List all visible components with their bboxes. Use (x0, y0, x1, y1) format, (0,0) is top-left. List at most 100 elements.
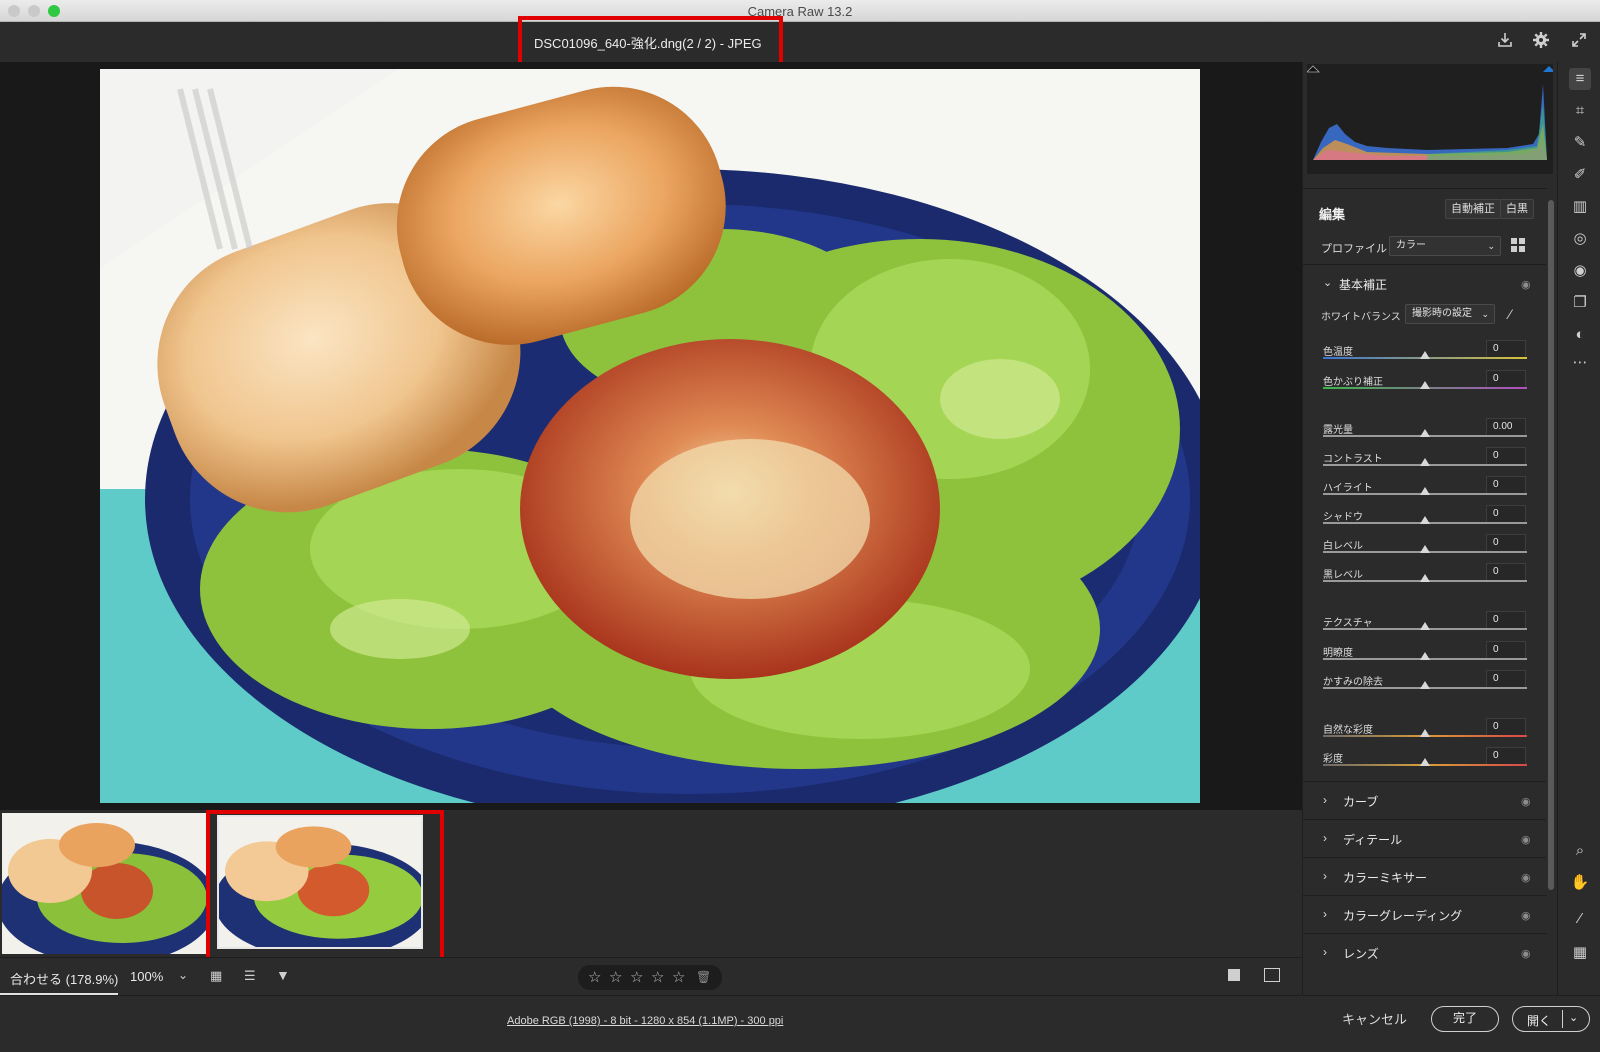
star-icon[interactable]: ☆ (630, 968, 643, 986)
hand-icon[interactable]: ✋ (1569, 872, 1591, 894)
chevron-down-icon: ⌄ (1481, 309, 1489, 319)
profile-value: カラー (1396, 240, 1426, 251)
eye-icon[interactable]: ◉ (1521, 909, 1535, 922)
slider-value-input[interactable]: 0 (1486, 370, 1526, 388)
slider-handle[interactable] (1420, 758, 1430, 766)
slider-handle[interactable] (1420, 381, 1430, 389)
slider-label: 彩度 (1323, 754, 1343, 765)
white-balance-label: ホワイトバランス (1321, 312, 1401, 323)
section-title: カーブ (1343, 795, 1379, 809)
sliders-icon[interactable]: ≡ (1569, 68, 1591, 90)
white-balance-select[interactable]: 撮影時の設定 ⌄ (1405, 304, 1495, 324)
eye-icon[interactable]: ◉ (1521, 871, 1535, 884)
sort-icon[interactable]: ☰ (244, 968, 256, 984)
color-sampler-icon[interactable]: ⁄ (1569, 908, 1591, 930)
crop-icon[interactable]: ⌗ (1569, 100, 1591, 122)
eyedropper-icon[interactable]: ⁄ (1509, 306, 1511, 322)
image-canvas[interactable] (0, 62, 1302, 810)
brush-icon[interactable]: ✐ (1569, 164, 1591, 186)
slider-handle[interactable] (1420, 351, 1430, 359)
open-button-label: 開く (1527, 1014, 1552, 1028)
snapshots-icon[interactable]: ❐ (1569, 292, 1591, 314)
filmstrip-options-icon[interactable]: ▦ (210, 968, 222, 984)
cancel-button[interactable]: キャンセル (1342, 1009, 1407, 1028)
chevron-right-icon: › (1323, 945, 1327, 959)
zoom-100-button[interactable]: 100% (130, 969, 163, 984)
slider-value-input[interactable]: 0 (1486, 340, 1526, 358)
slider-value-input[interactable]: 0 (1486, 505, 1526, 523)
section-header-collapsed[interactable]: › カラーグレーディング ◉ (1303, 895, 1547, 933)
workflow-options-link[interactable]: Adobe RGB (1998) - 8 bit - 1280 x 854 (1… (507, 1015, 783, 1027)
slider-value-input[interactable]: 0 (1486, 670, 1526, 688)
slider-handle[interactable] (1420, 729, 1430, 737)
chevron-down-icon[interactable]: ⌄ (1323, 276, 1332, 289)
section-header-collapsed[interactable]: › カラーミキサー ◉ (1303, 857, 1547, 895)
slider-handle[interactable] (1420, 622, 1430, 630)
histogram (1306, 64, 1555, 174)
highlight-box-thumbnail (206, 810, 444, 970)
radial-icon[interactable]: ◎ (1569, 228, 1591, 250)
open-button[interactable]: 開く ⌄ (1512, 1006, 1590, 1032)
panel-scrollbar-thumb[interactable] (1548, 200, 1554, 890)
more-icon[interactable]: ⋯ (1569, 352, 1591, 374)
slider-handle[interactable] (1420, 458, 1430, 466)
black-white-button[interactable]: 白黒 (1500, 199, 1534, 219)
eye-icon[interactable]: ◉ (1521, 795, 1535, 808)
star-icon[interactable]: ☆ (672, 968, 685, 986)
section-header-collapsed[interactable]: › カーブ ◉ (1303, 781, 1547, 819)
expand-icon[interactable] (1568, 31, 1590, 53)
slider-handle[interactable] (1420, 652, 1430, 660)
presets-icon[interactable]: ◐ (1569, 324, 1591, 346)
slider-handle[interactable] (1420, 545, 1430, 553)
slider-value-input[interactable]: 0 (1486, 476, 1526, 494)
gear-icon[interactable] (1530, 31, 1552, 53)
auto-button[interactable]: 自動補正 (1445, 199, 1501, 219)
section-title: カラーグレーディング (1343, 909, 1463, 923)
section-header-collapsed[interactable]: › レンズ ◉ (1303, 933, 1547, 971)
chevron-down-icon[interactable]: ⌄ (178, 968, 188, 982)
slider-value-input[interactable]: 0 (1486, 447, 1526, 465)
trash-icon[interactable]: 🗑 (696, 970, 711, 984)
slider-handle[interactable] (1420, 574, 1430, 582)
slider-handle[interactable] (1420, 516, 1430, 524)
slider-value-input[interactable]: 0 (1486, 534, 1526, 552)
filmstrip (0, 810, 1302, 970)
star-icon[interactable]: ☆ (588, 968, 601, 986)
grid-icon[interactable]: ▦ (1569, 942, 1591, 964)
chevron-down-icon[interactable]: ⌄ (1569, 1011, 1578, 1024)
redeye-icon[interactable]: ◉ (1569, 260, 1591, 282)
eye-icon[interactable]: ◉ (1521, 947, 1535, 960)
star-icon[interactable]: ☆ (651, 968, 664, 986)
slider-value-input[interactable]: 0 (1486, 718, 1526, 736)
slider-handle[interactable] (1420, 429, 1430, 437)
filmstrip-thumbnail-1[interactable] (2, 813, 207, 954)
profile-browser-icon[interactable] (1511, 238, 1525, 252)
main-photo (100, 69, 1200, 803)
slider-handle[interactable] (1420, 487, 1430, 495)
edit-title: 編集 (1319, 207, 1346, 222)
profile-select[interactable]: カラー ⌄ (1389, 236, 1501, 256)
slider-value-input[interactable]: 0 (1486, 563, 1526, 581)
section-header-collapsed[interactable]: › ディテール ◉ (1303, 819, 1547, 857)
star-icon[interactable]: ☆ (609, 968, 622, 986)
download-icon[interactable] (1494, 31, 1516, 53)
filter-icon[interactable]: ▼ (276, 967, 290, 983)
slider-value-input[interactable]: 0 (1486, 611, 1526, 629)
zoom-fit-button[interactable]: 合わせる (178.9%) (10, 969, 118, 988)
eye-icon[interactable]: ◉ (1521, 278, 1535, 291)
gradient-icon[interactable]: ▥ (1569, 196, 1591, 218)
done-button[interactable]: 完了 (1431, 1006, 1499, 1032)
healing-icon[interactable]: ✎ (1569, 132, 1591, 154)
zoom-icon[interactable]: ⌕ (1569, 840, 1591, 862)
slider-label: 白レベル (1323, 541, 1363, 552)
slider-value-input[interactable]: 0 (1486, 747, 1526, 765)
slider-label: かすみの除去 (1323, 677, 1383, 688)
star-rating[interactable]: ☆ ☆ ☆ ☆ ☆ 🗑 (578, 965, 722, 990)
slider-value-input[interactable]: 0 (1486, 641, 1526, 659)
slider-handle[interactable] (1420, 681, 1430, 689)
slider-value-input[interactable]: 0.00 (1486, 418, 1526, 436)
eye-icon[interactable]: ◉ (1521, 833, 1535, 846)
slider-label: 明瞭度 (1323, 648, 1353, 659)
single-view-icon[interactable] (1228, 969, 1240, 981)
compare-view-icon[interactable] (1264, 968, 1280, 982)
